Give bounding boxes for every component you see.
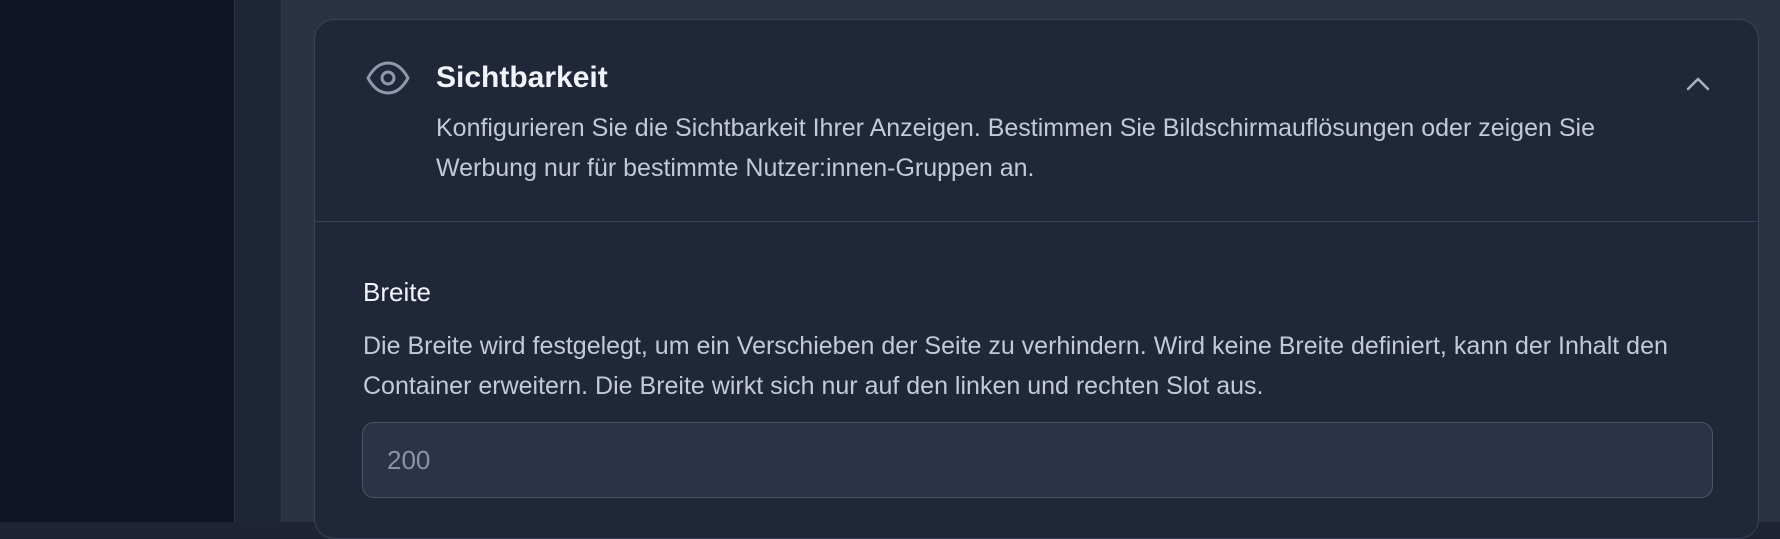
width-input[interactable] bbox=[362, 422, 1713, 498]
panel-title: Sichtbarkeit bbox=[436, 61, 608, 94]
width-field-help: Die Breite wird festgelegt, um ein Versc… bbox=[363, 332, 1668, 400]
sidebar-secondary-strip bbox=[234, 0, 282, 522]
visibility-panel-header[interactable]: Sichtbarkeit Konfigurieren Sie die Sicht… bbox=[315, 20, 1758, 222]
visibility-panel: Sichtbarkeit Konfigurieren Sie die Sicht… bbox=[314, 19, 1759, 539]
eye-icon bbox=[365, 58, 411, 98]
panel-description: Konfigurieren Sie die Sichtbarkeit Ihrer… bbox=[436, 114, 1595, 182]
width-field-label: Breite bbox=[363, 277, 431, 307]
sidebar bbox=[0, 0, 234, 522]
chevron-up-icon bbox=[1685, 76, 1711, 97]
main-content: Sichtbarkeit Konfigurieren Sie die Sicht… bbox=[282, 0, 1780, 539]
collapse-button[interactable] bbox=[1680, 68, 1716, 104]
